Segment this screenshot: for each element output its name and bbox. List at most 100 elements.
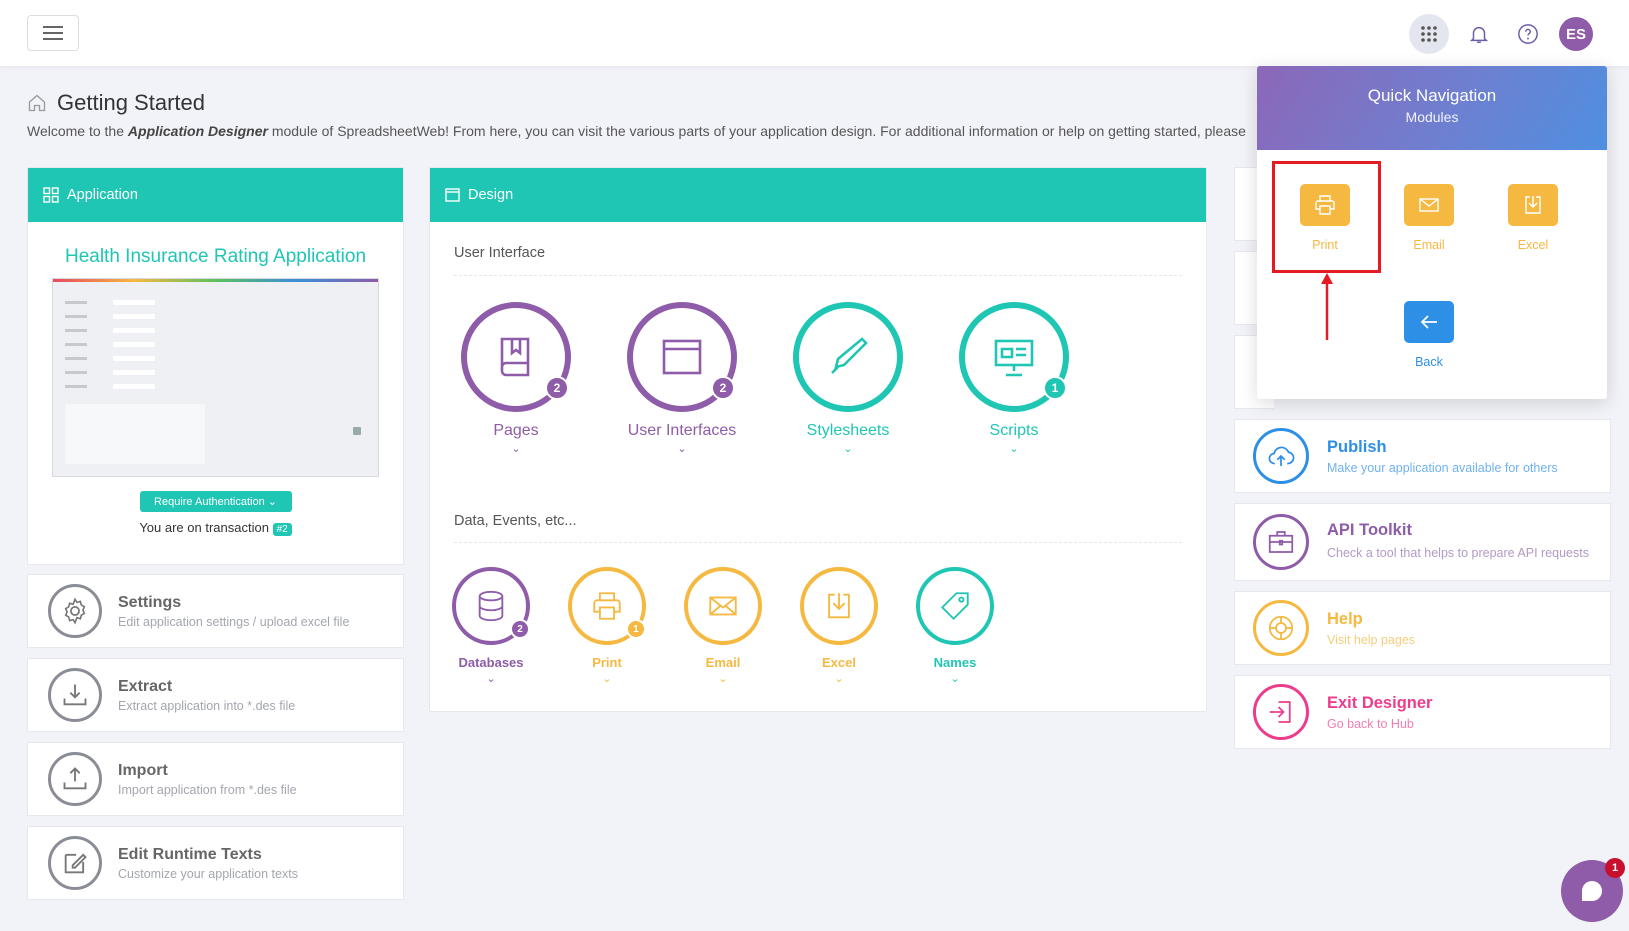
window-icon: [662, 339, 702, 375]
edit-runtime-texts-title: Edit Runtime Texts: [118, 845, 262, 863]
toolbox-icon: [1253, 514, 1309, 570]
design-card-header: Design: [430, 168, 1206, 222]
excel-item[interactable]: Excel ⌄: [789, 567, 889, 685]
import-card[interactable]: Import Import application from *.des file: [27, 742, 404, 816]
chevron-down-icon[interactable]: ⌄: [954, 442, 1074, 455]
grid-icon: [43, 187, 59, 203]
help-card[interactable]: Help Visit help pages: [1234, 591, 1611, 665]
quick-nav-back[interactable]: Back: [1384, 301, 1474, 369]
pen-icon: [831, 337, 868, 374]
chevron-down-icon[interactable]: ⌄: [456, 442, 576, 455]
extract-card[interactable]: Extract Extract application into *.des fi…: [27, 658, 404, 732]
api-toolkit-card[interactable]: API Toolkit Check a tool that helps to pr…: [1234, 503, 1611, 581]
gear-icon: [48, 584, 102, 638]
databases-badge: 2: [510, 619, 530, 639]
user-avatar[interactable]: ES: [1559, 17, 1593, 51]
quick-navigation-header: Quick Navigation Modules: [1257, 66, 1607, 150]
chat-widget-button[interactable]: 1: [1561, 858, 1625, 922]
require-authentication-dropdown[interactable]: Require Authentication ⌄: [139, 491, 292, 512]
download-icon: [1508, 184, 1558, 226]
chat-unread-badge: 1: [1605, 858, 1625, 878]
design-card: Design User Interface 2 Pages ⌄ 2 User I…: [429, 167, 1207, 712]
upload-tray-icon: [48, 752, 102, 806]
top-bar: ES: [0, 0, 1629, 66]
application-preview-thumbnail[interactable]: [52, 278, 379, 477]
question-icon: [1518, 24, 1538, 44]
user-interfaces-item[interactable]: 2 User Interfaces ⌄: [622, 302, 742, 455]
arrow-left-icon: [1404, 301, 1454, 343]
envelope-icon: [1404, 184, 1454, 226]
extract-subtitle: Extract application into *.des file: [118, 698, 296, 713]
page-title-row: Getting Started: [27, 90, 205, 116]
pages-item[interactable]: 2 Pages ⌄: [456, 302, 576, 455]
scripts-badge: 1: [1043, 376, 1067, 400]
notifications-button[interactable]: [1459, 14, 1499, 54]
home-icon[interactable]: [27, 93, 47, 113]
databases-item[interactable]: 2 Databases ⌄: [441, 567, 541, 685]
quick-nav-email[interactable]: Email: [1384, 184, 1474, 252]
apps-button[interactable]: [1409, 14, 1449, 54]
bell-icon: [1469, 26, 1489, 43]
help-subtitle: Visit help pages: [1327, 632, 1416, 647]
chevron-down-icon[interactable]: ⌄: [673, 672, 773, 685]
stylesheets-label: Stylesheets: [806, 422, 890, 439]
cloud-upload-icon: [1253, 428, 1309, 484]
application-name[interactable]: Health Insurance Rating Application: [28, 246, 403, 268]
application-card-header: Application: [28, 168, 403, 222]
api-toolkit-title: API Toolkit: [1327, 521, 1412, 540]
exit-designer-title: Exit Designer: [1327, 693, 1433, 712]
chevron-down-icon[interactable]: ⌄: [557, 672, 657, 685]
quick-navigation-subtitle: Modules: [1405, 109, 1459, 125]
chevron-down-icon[interactable]: ⌄: [622, 442, 742, 455]
email-item[interactable]: Email ⌄: [673, 567, 773, 685]
database-icon: [478, 590, 504, 622]
tag-icon: [940, 592, 969, 621]
names-item[interactable]: Names ⌄: [905, 567, 1005, 685]
settings-title: Settings: [118, 593, 182, 611]
transaction-badge: #2: [272, 523, 292, 536]
settings-card[interactable]: Settings Edit application settings / uplo…: [27, 574, 404, 648]
window-icon: [445, 188, 460, 202]
edit-runtime-texts-card[interactable]: Edit Runtime Texts Customize your applica…: [27, 826, 404, 900]
email-label: Email: [705, 655, 741, 670]
quick-nav-excel[interactable]: Excel: [1488, 184, 1578, 252]
data-events-section-label: Data, Events, etc...: [454, 513, 577, 529]
scripts-item[interactable]: 1 Scripts ⌄: [954, 302, 1074, 455]
chevron-down-icon[interactable]: ⌄: [788, 442, 908, 455]
exit-designer-card[interactable]: Exit Designer Go back to Hub: [1234, 675, 1611, 749]
highlight-box: [1272, 161, 1381, 273]
extract-title: Extract: [118, 677, 173, 695]
user-interface-section-label: User Interface: [454, 245, 546, 261]
pages-label: Pages: [493, 422, 539, 439]
print-item[interactable]: 1 Print ⌄: [557, 567, 657, 685]
presentation-icon: [994, 339, 1034, 377]
publish-card[interactable]: Publish Make your application available f…: [1234, 419, 1611, 493]
chevron-down-icon[interactable]: ⌄: [441, 672, 541, 685]
book-icon: [500, 337, 530, 377]
help-button[interactable]: [1508, 14, 1548, 54]
welcome-text: Welcome to the Application Designer modu…: [27, 123, 1246, 139]
print-label: Print: [592, 655, 622, 670]
quick-nav-back-label: Back: [1415, 355, 1443, 369]
printer-icon: [593, 592, 621, 620]
exit-icon: [1253, 684, 1309, 740]
names-label: Names: [933, 655, 977, 670]
chevron-down-icon[interactable]: ⌄: [905, 672, 1005, 685]
excel-label: Excel: [822, 655, 856, 670]
transaction-info: You are on transaction #2: [28, 520, 403, 536]
import-title: Import: [118, 761, 168, 779]
module-name: Application Designer: [127, 123, 268, 139]
quick-nav-email-label: Email: [1413, 238, 1445, 252]
stylesheets-item[interactable]: Stylesheets ⌄: [788, 302, 908, 455]
exit-designer-subtitle: Go back to Hub: [1327, 716, 1414, 731]
chevron-down-icon[interactable]: ⌄: [789, 672, 889, 685]
download-icon: [828, 593, 850, 619]
application-card-title: Application: [67, 187, 138, 203]
hamburger-icon: [43, 26, 63, 40]
chat-icon: [1582, 881, 1602, 901]
menu-toggle-button[interactable]: [27, 15, 79, 51]
envelope-icon: [709, 596, 737, 616]
lifebuoy-icon: [1253, 600, 1309, 656]
user-interfaces-label: User Interfaces: [627, 422, 737, 439]
publish-subtitle: Make your application available for othe…: [1327, 460, 1558, 475]
